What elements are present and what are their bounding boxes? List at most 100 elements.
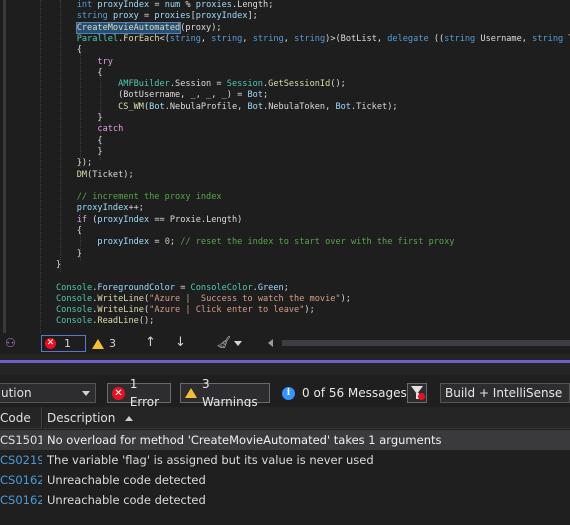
code-token: }: [56, 259, 62, 270]
column-header-description-label: Description: [47, 411, 116, 425]
code-line: catch: [56, 124, 123, 135]
code-token: WriteLine: [97, 305, 144, 316]
code-token: ];: [247, 11, 258, 22]
code-line: int proxyIndex = num % proxies.Length;: [56, 0, 274, 11]
arrow-down-icon[interactable]: ↓: [175, 335, 186, 350]
code-line: (BotUsername, _, _, _) = Bot;: [56, 90, 268, 101]
code-token: <(: [159, 33, 170, 44]
editor-status-bar: ⚇ ✕ 1 3 ↑ ↓ 🧹︎: [0, 333, 570, 354]
build-source-value: Build + IntelliSense: [445, 386, 563, 400]
code-line: Console.ForegroundColor = ConsoleColor.G…: [56, 283, 289, 294]
code-line: Console.WriteLine("Azure | Click enter t…: [56, 305, 315, 316]
code-token: ();: [138, 316, 155, 327]
code-token: ,: [242, 33, 253, 44]
code-line: CS_WM(Bot.NebulaProfile, Bot.NebulaToken…: [56, 101, 397, 113]
code-token: );: [340, 293, 351, 304]
table-row[interactable]: CS0162 Unreachable code detected: [0, 490, 570, 510]
scope-dropdown[interactable]: ution: [0, 383, 96, 403]
error-code[interactable]: CS0162: [0, 490, 42, 510]
code-token: ForEach: [123, 33, 160, 44]
code-token: string: [76, 11, 108, 22]
code-token: {: [56, 45, 82, 56]
warnings-filter-button[interactable]: 3 Warnings: [180, 377, 270, 409]
scroll-left-icon[interactable]: [268, 339, 273, 347]
column-header-description[interactable]: Description: [43, 407, 570, 429]
errors-filter-button[interactable]: ✕ 1 Error: [107, 377, 171, 409]
chevron-down-icon: [82, 391, 90, 396]
code-token: == Proxie.Length): [149, 214, 243, 225]
build-source-dropdown[interactable]: Build + IntelliSense: [440, 383, 570, 403]
error-code: CS1501: [0, 433, 42, 447]
code-token: proxy: [112, 11, 139, 22]
filter-error-dot-icon: [418, 393, 425, 400]
messages-filter-button[interactable]: i 0 of 56 Messages: [282, 383, 407, 403]
code-token: }: [56, 146, 103, 157]
code-line: {: [56, 226, 82, 237]
code-token: .NebulaProfile,: [164, 101, 248, 112]
error-description: Unreachable code detected: [47, 473, 206, 487]
code-token: =: [149, 0, 165, 10]
scope-value: ution: [1, 386, 32, 400]
arrow-up-icon[interactable]: ↑: [145, 335, 156, 350]
error-code[interactable]: CS0162: [0, 470, 42, 490]
error-count: 1: [64, 337, 71, 350]
error-count-chip[interactable]: ✕ 1: [41, 335, 86, 352]
code-token: {: [56, 226, 82, 236]
code-token: ;: [283, 282, 289, 293]
code-token: .Length;: [231, 0, 274, 10]
chevron-down-icon[interactable]: [234, 341, 242, 346]
code-token: %: [180, 0, 196, 10]
code-line: string proxy = proxies[proxyIndex];: [56, 11, 258, 22]
code-token: proxyIndex: [97, 0, 150, 10]
code-token: });: [56, 158, 93, 169]
filter-button[interactable]: [407, 383, 427, 403]
code-line: }: [56, 249, 82, 260]
warning-count-chip[interactable]: 3: [92, 337, 116, 350]
code-token: Username,: [475, 33, 533, 44]
code-token: string: [252, 33, 284, 44]
code-token: ;: [169, 237, 181, 248]
code-line: });: [56, 158, 93, 169]
code-token: string: [211, 33, 243, 44]
code-token: {: [56, 67, 103, 78]
code-editor[interactable]: int proxyIndex = num % proxies.Length; s…: [0, 0, 570, 333]
code-token: ForegroundColor: [97, 282, 176, 293]
error-code[interactable]: CS0219: [0, 450, 42, 470]
code-token: "Azure | Click enter to leave": [149, 305, 305, 316]
code-line: DM(Ticket);: [56, 170, 134, 181]
warnings-label: 3 Warnings: [202, 377, 258, 409]
code-token: Green: [257, 282, 284, 293]
table-row[interactable]: CS0162 Unreachable code detected: [0, 470, 570, 490]
code-token: num: [164, 0, 181, 10]
code-token: proxyIndex: [76, 203, 129, 214]
intellicode-icon[interactable]: ⚇: [5, 336, 16, 350]
code-token: )>(BotList,: [325, 33, 388, 44]
code-token: WriteLine: [97, 293, 144, 304]
code-token: Session: [226, 79, 263, 90]
code-token: ConsoleColor: [190, 282, 253, 293]
table-row[interactable]: CS0219 The variable 'flag' is assigned b…: [0, 450, 570, 470]
error-list-panel: ution ✕ 1 Error 3 Warnings i 0 of 56 Mes…: [0, 375, 570, 525]
info-icon: i: [282, 386, 295, 400]
code-token: Parallel: [76, 33, 119, 44]
code-line: CreateMovieAutomated(proxy);: [56, 21, 222, 34]
panel-splitter[interactable]: [0, 354, 570, 375]
errors-label: 1 Error: [129, 377, 160, 409]
column-header-code[interactable]: Code: [0, 407, 42, 429]
code-token: Bot: [247, 90, 263, 101]
code-token: ();: [330, 79, 346, 90]
code-token: (: [87, 214, 98, 225]
code-line: try: [56, 57, 113, 68]
code-token: ReadLine: [97, 316, 139, 327]
horizontal-scrollbar[interactable]: [282, 340, 570, 346]
table-row[interactable]: CS1501 No overload for method 'CreateMov…: [0, 430, 570, 450]
code-token: Console: [56, 293, 93, 304]
code-token: // reset the index to start over with th…: [180, 237, 455, 248]
cleanup-brush-icon[interactable]: 🧹︎: [216, 335, 231, 349]
